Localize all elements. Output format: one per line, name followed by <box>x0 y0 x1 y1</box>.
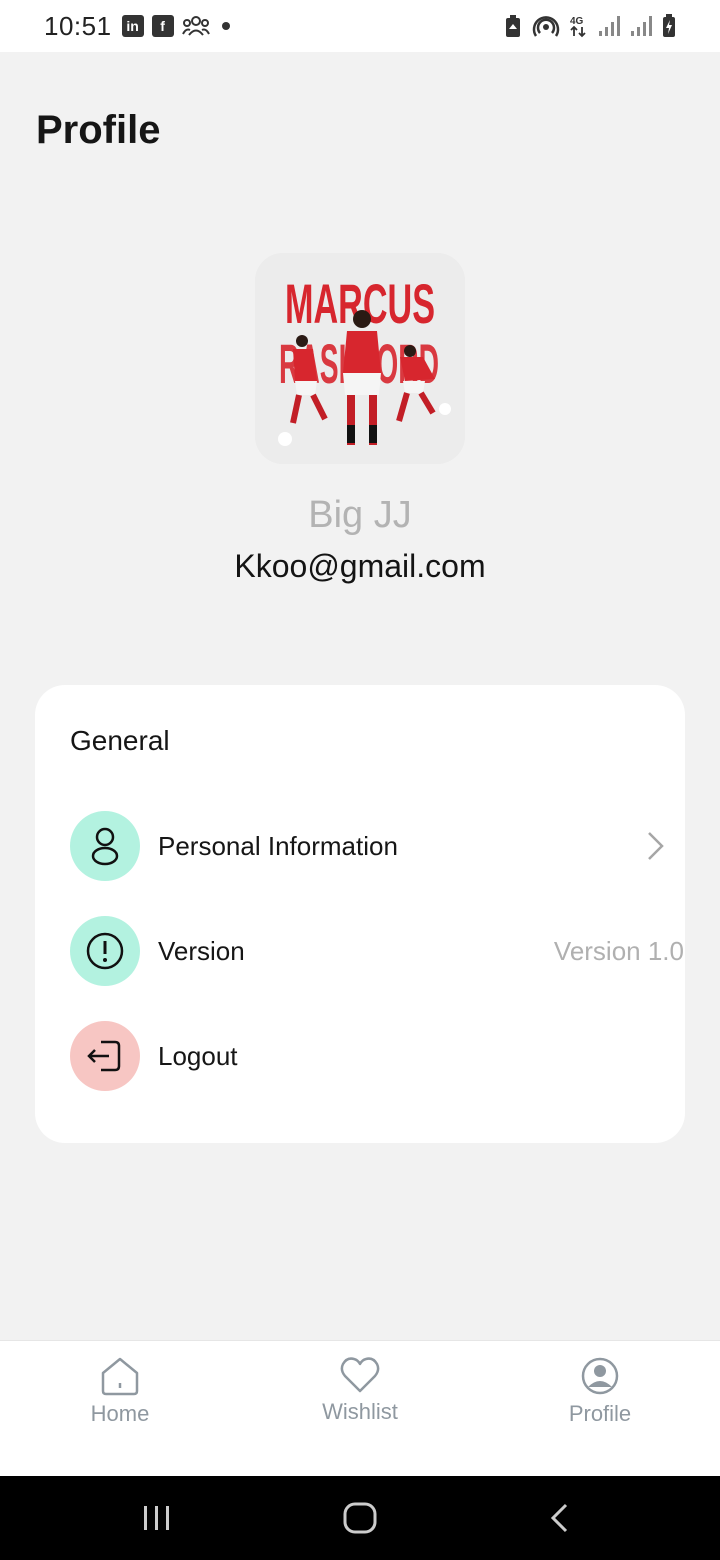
nav-home-label: Home <box>90 1401 150 1426</box>
notification-icons: in f <box>121 15 230 37</box>
system-nav-bar <box>0 1476 720 1560</box>
dot-icon <box>221 22 230 30</box>
personal-information-row[interactable]: Personal Information <box>70 811 664 881</box>
status-time: 10:51 <box>44 10 112 41</box>
logout-row[interactable]: Logout <box>70 1021 660 1091</box>
group-icon <box>181 16 210 36</box>
status-right: 4G <box>504 14 676 38</box>
nav-profile[interactable]: Profile <box>520 1355 680 1427</box>
nav-profile-label: Profile <box>568 1401 632 1426</box>
4g-icon: 4G <box>570 16 586 38</box>
svg-text:4G: 4G <box>570 16 584 27</box>
status-left: 10:51 in f <box>44 11 230 42</box>
status-bar: 10:51 in f 4G <box>0 0 720 52</box>
back-icon[interactable] <box>545 1498 575 1538</box>
signal-icon <box>599 16 620 36</box>
profile-screen: 10:51 in f 4G Profile MARCUS Big JJ Kkoo… <box>0 0 720 1560</box>
chevron-right-icon[interactable] <box>644 830 668 862</box>
battery-charging-icon <box>663 14 675 37</box>
battery-saver-icon <box>506 15 520 37</box>
version-value: Version 1.0 <box>553 935 684 966</box>
page-title: Profile <box>36 108 161 152</box>
profile-icon <box>581 1357 619 1395</box>
info-icon <box>70 916 140 986</box>
linkedin-icon: in <box>121 15 144 37</box>
nav-wishlist[interactable]: Wishlist <box>280 1355 440 1425</box>
facebook-icon: f <box>151 15 174 37</box>
general-title: General <box>70 725 170 756</box>
profile-name: Big JJ <box>308 494 412 536</box>
logout-icon <box>70 1021 140 1091</box>
bottom-nav: Home Wishlist Profile <box>0 1340 720 1476</box>
personal-information-label: Personal Information <box>158 830 398 861</box>
person-icon <box>70 811 140 881</box>
avatar[interactable]: MARCUS RASHFORD <box>255 253 465 464</box>
nav-home[interactable]: Home <box>40 1355 200 1427</box>
general-card: General Personal Information Version Ver… <box>35 685 685 1143</box>
heart-icon <box>340 1357 380 1393</box>
recents-icon[interactable] <box>140 1498 174 1538</box>
hotspot-icon <box>532 16 560 37</box>
home-icon <box>101 1357 139 1396</box>
home-circle-icon[interactable] <box>340 1498 380 1538</box>
profile-email: Kkoo@gmail.com <box>234 548 486 584</box>
nav-wishlist-label: Wishlist <box>322 1399 398 1424</box>
logout-label: Logout <box>158 1040 238 1071</box>
signal-icon <box>631 16 652 36</box>
avatar-image: MARCUS RASHFORD <box>255 253 465 464</box>
version-label: Version <box>158 935 245 966</box>
version-row: Version Version 1.0 <box>70 916 684 986</box>
